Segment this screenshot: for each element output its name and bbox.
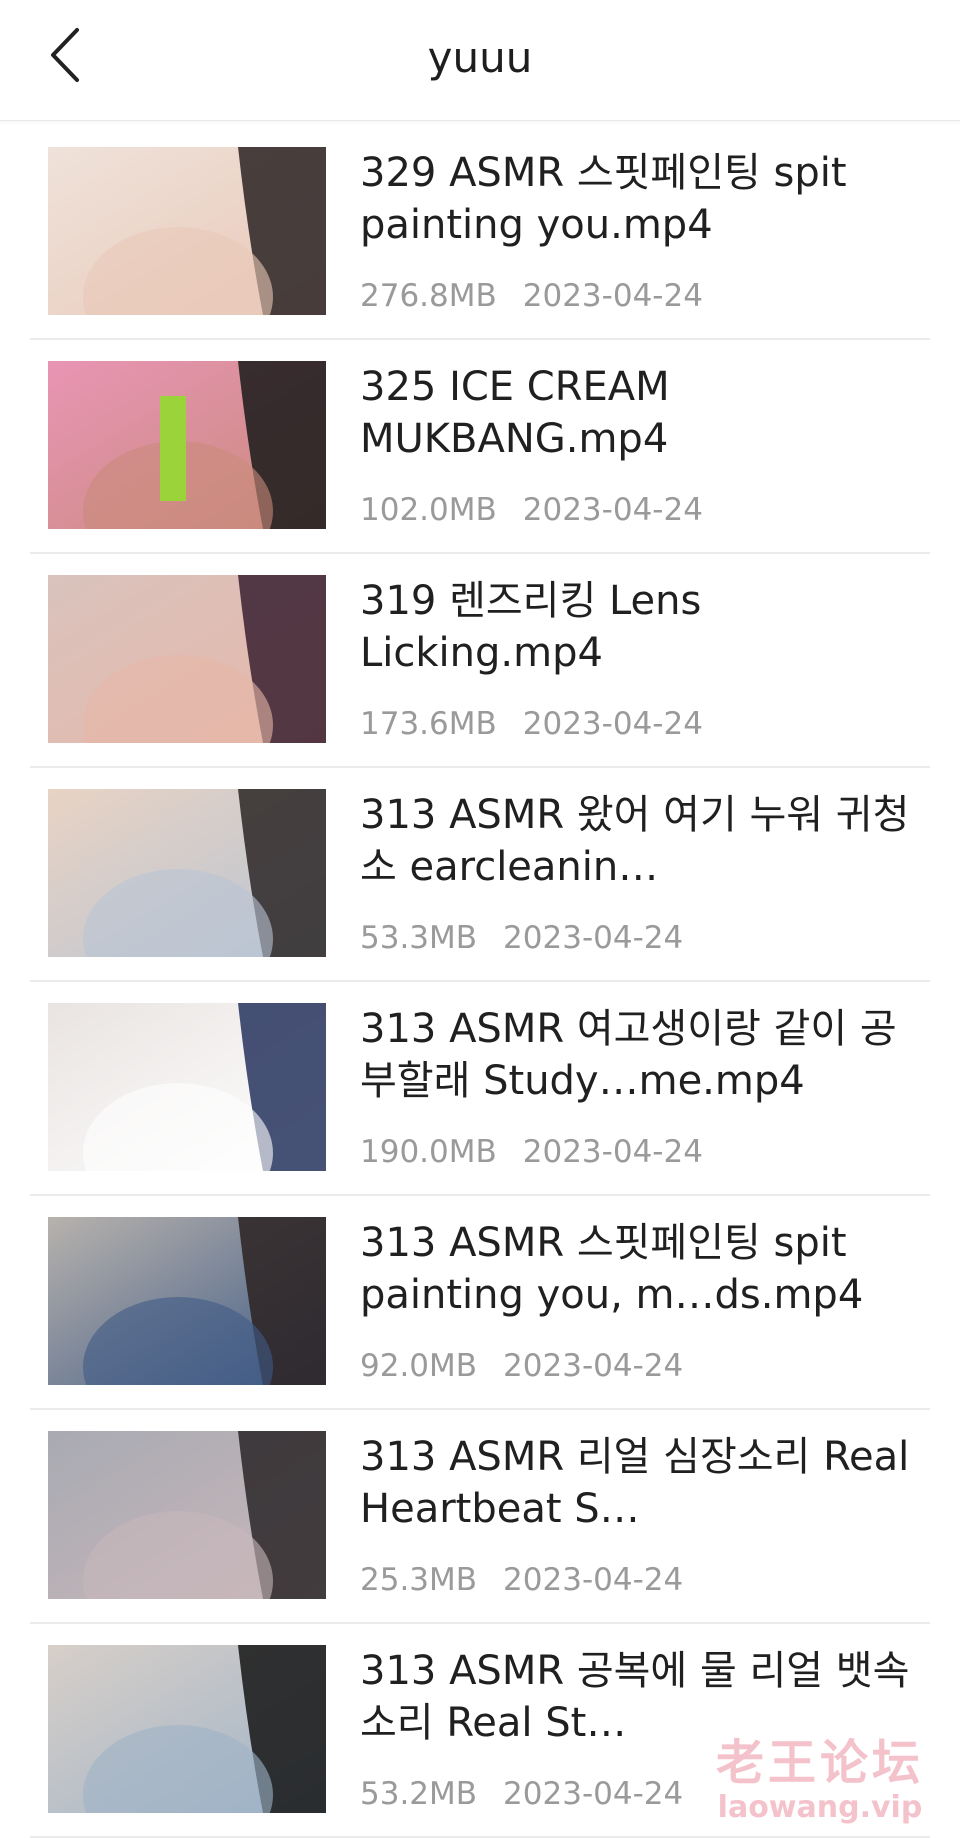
file-row[interactable]: 325 ICE CREAM MUKBANG.mp4 102.0MB 2023-04… (30, 340, 930, 554)
file-meta: 173.6MB 2023-04-24 (360, 704, 703, 744)
file-row[interactable]: 329 ASMR 스핏페인팅 spit painting you.mp4 276… (30, 126, 930, 340)
file-name: 325 ICE CREAM MUKBANG.mp4 (360, 364, 670, 462)
file-meta: 53.3MB 2023-04-24 (360, 918, 683, 958)
video-thumbnail (48, 1431, 326, 1599)
file-size: 276.8MB (360, 278, 497, 314)
file-row[interactable]: 313 ASMR 스핏페인팅 spit painting you, m…ds.m… (30, 1196, 930, 1410)
file-meta: 53.2MB 2023-04-24 (360, 1774, 683, 1814)
file-list: 329 ASMR 스핏페인팅 spit painting you.mp4 276… (0, 126, 960, 1838)
video-thumbnail (48, 789, 326, 957)
file-date: 2023-04-24 (522, 278, 703, 314)
file-date: 2023-04-24 (522, 1134, 703, 1170)
video-thumbnail (48, 147, 326, 315)
app-header: yuuu (0, 0, 960, 121)
file-meta: 190.0MB 2023-04-24 (360, 1132, 703, 1172)
file-date: 2023-04-24 (503, 920, 684, 956)
file-name: 313 ASMR 왔어 여기 누워 귀청소 earcleanin… (360, 792, 910, 890)
page-title: yuuu (427, 33, 533, 82)
file-row[interactable]: 313 ASMR 여고생이랑 같이 공부할래 Study…me.mp4 190.… (30, 982, 930, 1196)
file-size: 53.3MB (360, 920, 478, 956)
file-name: 313 ASMR 스핏페인팅 spit painting you, m…ds.m… (360, 1220, 864, 1318)
file-size: 190.0MB (360, 1134, 497, 1170)
file-name: 313 ASMR 여고생이랑 같이 공부할래 Study…me.mp4 (360, 1006, 897, 1104)
file-date: 2023-04-24 (522, 706, 703, 742)
file-name: 329 ASMR 스핏페인팅 spit painting you.mp4 (360, 150, 847, 248)
file-row[interactable]: 313 ASMR 왔어 여기 누워 귀청소 earcleanin… 53.3MB… (30, 768, 930, 982)
file-date: 2023-04-24 (503, 1348, 684, 1384)
file-row[interactable]: 319 렌즈리킹 Lens Licking.mp4 173.6MB 2023-04… (30, 554, 930, 768)
file-size: 53.2MB (360, 1776, 478, 1812)
watermark-logo: 老王论坛 laowang.vip (716, 1736, 924, 1826)
file-meta: 276.8MB 2023-04-24 (360, 276, 703, 316)
video-thumbnail (48, 1645, 326, 1813)
video-thumbnail (48, 361, 326, 529)
file-size: 25.3MB (360, 1562, 478, 1598)
file-meta: 92.0MB 2023-04-24 (360, 1346, 683, 1386)
video-thumbnail (48, 1217, 326, 1385)
video-thumbnail (48, 575, 326, 743)
file-date: 2023-04-24 (522, 492, 703, 528)
file-name: 319 렌즈리킹 Lens Licking.mp4 (360, 578, 702, 676)
file-size: 173.6MB (360, 706, 497, 742)
file-size: 92.0MB (360, 1348, 478, 1384)
file-date: 2023-04-24 (503, 1776, 684, 1812)
video-thumbnail (48, 1003, 326, 1171)
file-date: 2023-04-24 (503, 1562, 684, 1598)
watermark-url: laowang.vip (717, 1790, 923, 1825)
file-meta: 102.0MB 2023-04-24 (360, 490, 703, 530)
file-name: 313 ASMR 리얼 심장소리 Real Heartbeat S… (360, 1434, 910, 1532)
watermark-text: 老王论坛 (715, 1735, 924, 1791)
file-size: 102.0MB (360, 492, 497, 528)
file-meta: 25.3MB 2023-04-24 (360, 1560, 683, 1600)
file-name: 313 ASMR 공복에 물 리얼 뱃속 소리 Real St… (360, 1648, 910, 1746)
file-row[interactable]: 313 ASMR 리얼 심장소리 Real Heartbeat S… 25.3M… (30, 1410, 930, 1624)
